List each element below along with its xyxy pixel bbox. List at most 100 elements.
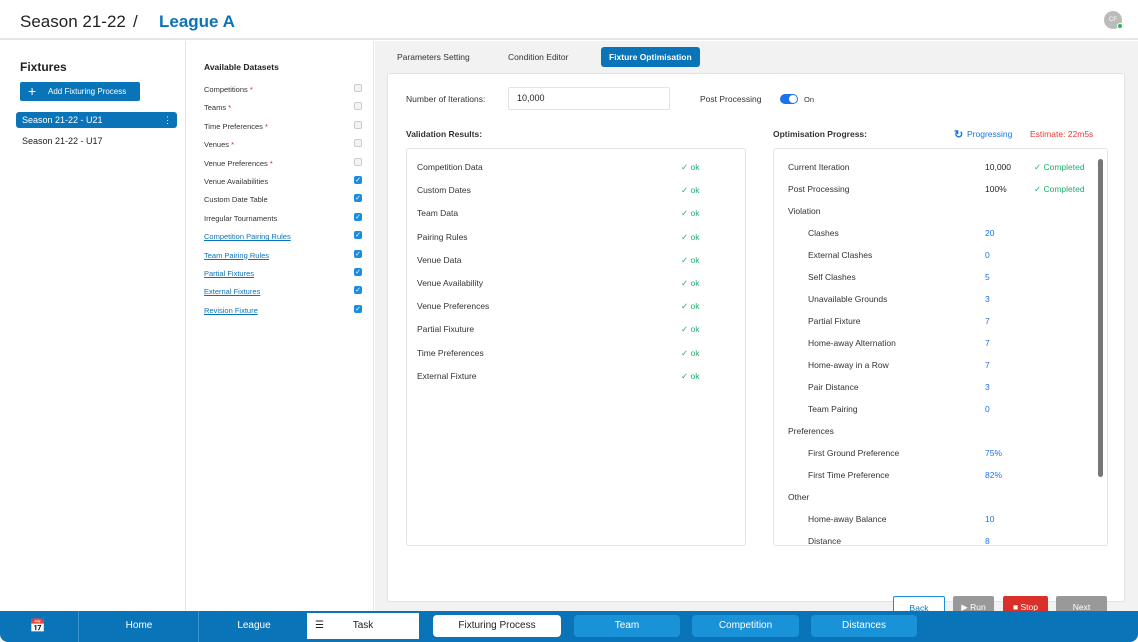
dataset-item: Irregular Tournaments ✓: [204, 212, 364, 223]
fixture-item[interactable]: Season 21-22 - U17: [16, 133, 177, 149]
plus-icon: +: [28, 83, 37, 99]
dataset-label[interactable]: Competition Pairing Rules: [204, 232, 291, 241]
dataset-item: Time Preferences *: [204, 120, 364, 131]
validation-row: Venue Availability ✓ ok: [417, 278, 737, 288]
dataset-label: Venue Availabilities: [204, 177, 269, 186]
avatar-initials: CF: [1109, 17, 1117, 23]
dataset-checkbox[interactable]: [354, 139, 362, 148]
nav-home[interactable]: Home: [79, 615, 199, 637]
nav-competition[interactable]: Competition: [692, 615, 799, 637]
nav-task[interactable]: ☰ Task: [307, 613, 419, 639]
progress-value: 75%: [985, 448, 1003, 458]
progress-label: First Time Preference: [808, 470, 890, 480]
progress-row: Distance 8: [808, 536, 1107, 546]
more-options-icon[interactable]: ⋮: [163, 112, 172, 128]
nav-team[interactable]: Team: [574, 615, 680, 637]
add-fixturing-process-button[interactable]: + Add Fixturing Process: [20, 82, 140, 101]
dataset-checkbox[interactable]: ✓: [354, 194, 362, 203]
status-text: ok: [690, 208, 700, 219]
dataset-checkbox[interactable]: ✓: [354, 304, 362, 313]
dataset-label[interactable]: Partial Fixtures: [204, 269, 254, 278]
dataset-item[interactable]: External Fixtures ✓: [204, 286, 364, 296]
dataset-checkbox[interactable]: [354, 84, 362, 92]
progress-label: Pair Distance: [808, 382, 859, 392]
nav-league[interactable]: League: [199, 615, 309, 637]
status-text: Completed: [1043, 162, 1085, 172]
datasets-title: Available Datasets: [204, 62, 279, 72]
dataset-checkbox[interactable]: ✓: [354, 212, 362, 221]
dataset-checkbox[interactable]: ✓: [354, 176, 362, 184]
progress-value: 0: [985, 250, 990, 260]
progress-row: Home-away Balance 10: [808, 514, 1107, 524]
progress-row: First Ground Preference 75%: [808, 448, 1107, 458]
tab-parameters-setting[interactable]: Parameters Setting: [389, 47, 478, 67]
completed-status: ✓ Completed: [1034, 184, 1085, 195]
validation-status: ✓ ok: [681, 301, 699, 312]
progress-row: Unavailable Grounds 3: [808, 294, 1107, 304]
dataset-item: Venue Availabilities ✓: [204, 176, 364, 186]
dataset-checkbox[interactable]: [354, 120, 362, 129]
calendar-icon[interactable]: 📅: [24, 615, 52, 637]
validation-label: External Fixture: [417, 370, 477, 381]
progress-value: 100%: [985, 184, 1007, 194]
validation-label: Time Preferences: [417, 347, 484, 358]
post-processing-toggle[interactable]: [780, 94, 798, 104]
nav-fixturing-process[interactable]: Fixturing Process: [433, 615, 561, 637]
status-text: ok: [690, 370, 700, 381]
validation-row: Venue Preferences ✓ ok: [417, 301, 737, 311]
estimate-time: Estimate: 22m5s: [1030, 129, 1094, 139]
validation-label: Team Data: [417, 208, 459, 219]
nav-distances[interactable]: Distances: [811, 615, 917, 637]
progress-label: Current Iteration: [788, 162, 850, 172]
progress-value: 7: [985, 338, 990, 348]
validation-label: Pairing Rules: [417, 231, 468, 242]
dataset-label[interactable]: External Fixtures: [204, 287, 260, 296]
dataset-checkbox[interactable]: ✓: [354, 268, 362, 276]
dataset-label[interactable]: Team Pairing Rules: [204, 251, 269, 260]
league-title[interactable]: League A: [159, 12, 235, 32]
dataset-label[interactable]: Revision Fixture: [204, 306, 258, 315]
progress-row: Home-away in a Row 7: [808, 360, 1107, 370]
dataset-checkbox[interactable]: ✓: [354, 249, 362, 258]
add-label: Add Fixturing Process: [48, 87, 127, 96]
dataset-item[interactable]: Competition Pairing Rules ✓: [204, 231, 364, 241]
status-text: ok: [690, 231, 700, 242]
task-label: Task: [352, 620, 374, 631]
season-title[interactable]: Season 21-22: [20, 12, 126, 32]
dataset-label: Irregular Tournaments: [204, 213, 278, 223]
dataset-item: Custom Date Table ✓: [204, 194, 364, 204]
iterations-input[interactable]: 10,000: [508, 87, 670, 110]
progress-value: 3: [985, 294, 990, 304]
progress-row: Violation: [788, 206, 1107, 216]
progress-label: Distance: [808, 536, 842, 546]
avatar[interactable]: CF: [1104, 11, 1123, 29]
dataset-item[interactable]: Team Pairing Rules ✓: [204, 249, 364, 260]
spinner-icon: ↻: [954, 129, 964, 141]
tab-fixture-optimisation[interactable]: Fixture Optimisation: [601, 47, 700, 67]
toggle-state: On: [804, 95, 815, 104]
fixture-item[interactable]: Season 21-22 - U21 ⋮: [16, 112, 177, 128]
dataset-checkbox[interactable]: ✓: [354, 231, 362, 240]
tab-condition-editor[interactable]: Condition Editor: [500, 47, 576, 67]
validation-row: External Fixture ✓ ok: [417, 371, 737, 381]
progress-label: Self Clashes: [808, 272, 856, 282]
progress-value: 0: [985, 404, 990, 414]
menu-icon: ☰: [315, 620, 324, 631]
validation-label: Custom Dates: [417, 185, 471, 196]
progress-state: Progressing: [967, 129, 1013, 139]
progress-row: Preferences: [788, 426, 1107, 436]
required-marker: *: [265, 121, 268, 131]
dataset-item[interactable]: Revision Fixture ✓: [204, 304, 364, 315]
dataset-label: Teams: [204, 103, 227, 113]
dataset-checkbox[interactable]: ✓: [354, 286, 362, 295]
completed-status: ✓ Completed: [1034, 162, 1085, 173]
dataset-item[interactable]: Partial Fixtures ✓: [204, 268, 364, 278]
dataset-checkbox[interactable]: [354, 102, 362, 111]
progress-label: Unavailable Grounds: [808, 294, 888, 304]
progress-row: Clashes 20: [808, 228, 1107, 238]
validation-label: Venue Preferences: [417, 301, 490, 312]
dataset-item: Teams *: [204, 102, 364, 113]
dataset-checkbox[interactable]: [354, 157, 362, 166]
validation-label: Partial Fixuture: [417, 324, 475, 335]
progress-value: 7: [985, 360, 990, 370]
